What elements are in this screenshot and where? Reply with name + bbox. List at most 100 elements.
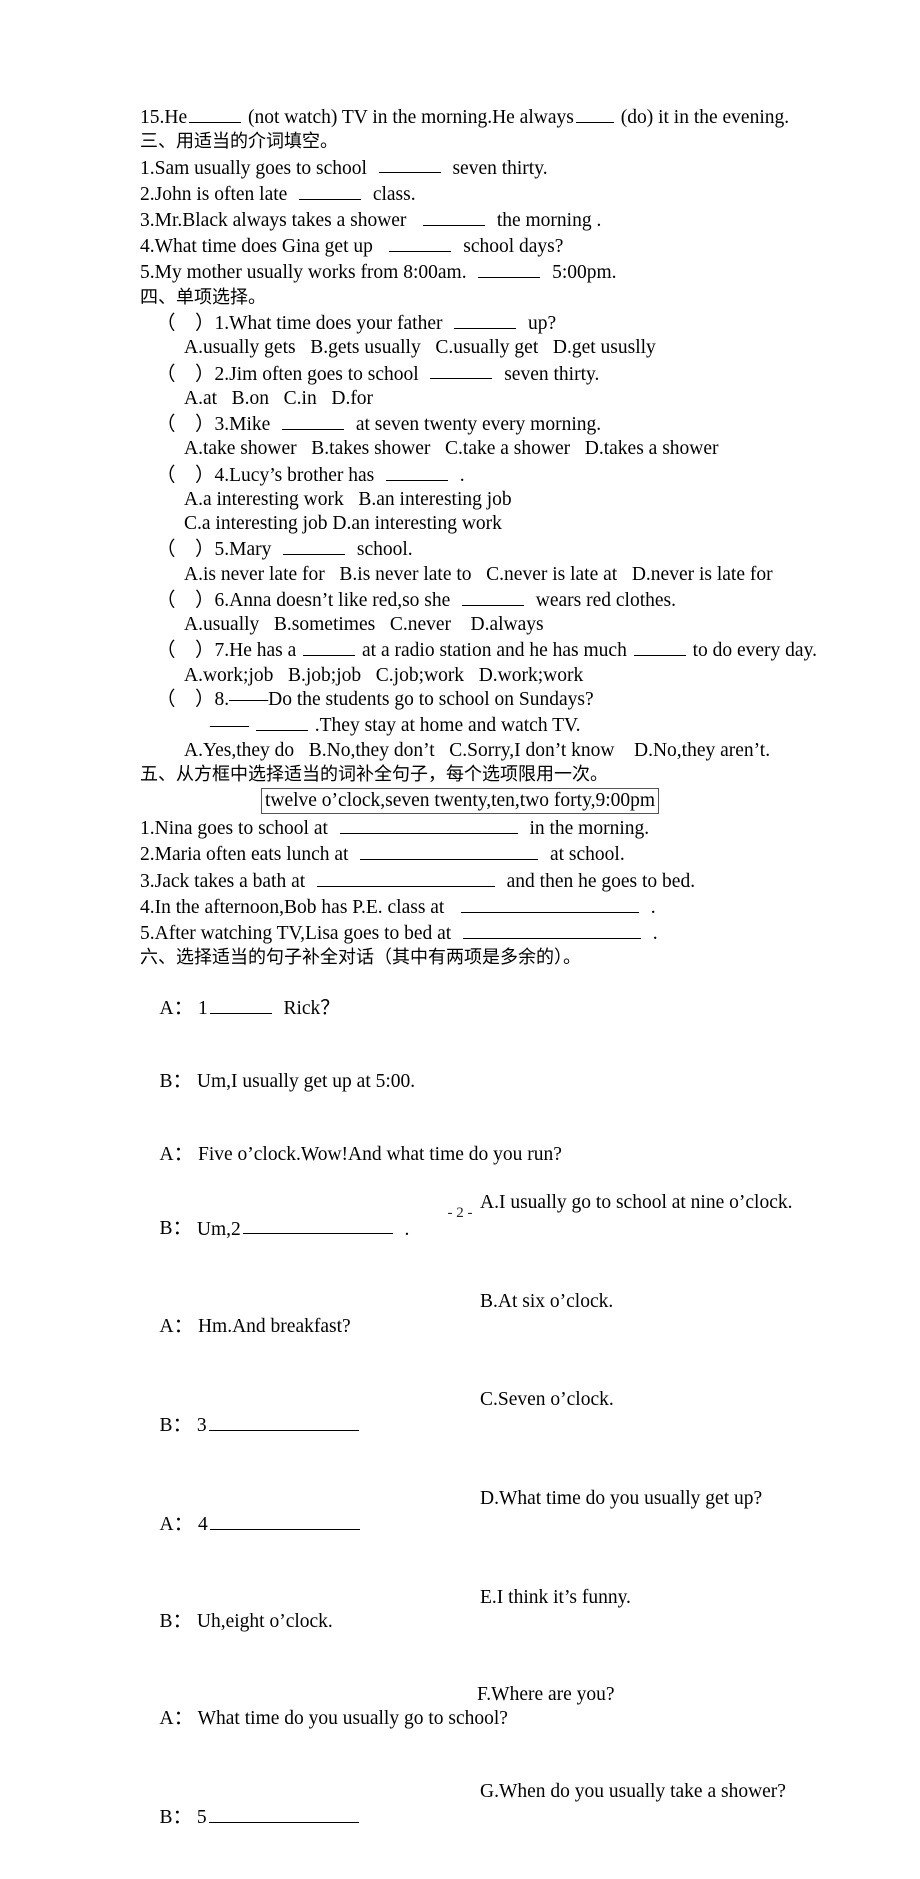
answer-blank[interactable] [462,920,641,940]
option-c[interactable]: C.take a shower [445,438,570,459]
dialogue-text-before: 3 [196,1414,207,1436]
option-d[interactable]: D.never is late for [632,564,773,585]
item-text-after: class. [372,183,416,205]
section-five-item-5: 5.After watching TV,Lisa goes to bed at … [140,920,780,946]
answer-bracket[interactable]: （ ） [156,363,215,384]
dash-prefix: —— [210,715,249,737]
answer-blank[interactable] [460,894,639,913]
question-stem-before: ——Do the students go to school on Sunday… [229,689,594,711]
option-c[interactable]: C.never is late at [486,564,617,585]
dialogue-line-7: A： 4 D.What time do you usually get up? [140,1487,780,1586]
answer-bracket[interactable]: （ ） [156,590,215,611]
answer-blank[interactable] [575,104,614,123]
option-d[interactable]: D.work;work [479,665,584,686]
answer-blank[interactable] [316,868,495,887]
option-a[interactable]: A.take shower [184,438,297,459]
option-b[interactable]: B.gets usually [310,337,421,358]
option-b[interactable]: B.job;job [288,665,361,686]
question-8-stem-line2: —— .They stay at home and watch TV. [140,712,780,738]
answer-blank[interactable] [633,637,686,657]
item-text-after: at school. [549,844,625,866]
section-five-heading: 五、从方框中选择适当的词补全句子，每个选项限用一次。 [140,763,608,785]
answer-blank[interactable] [303,637,356,657]
carryover-item-15: 15.He (not watch) TV in the morning.He a… [140,104,789,130]
question-number: 7. [214,640,230,662]
option-d[interactable]: D.for [331,388,373,409]
answer-blank[interactable] [299,181,362,200]
answer-blank[interactable] [378,155,441,174]
question-stem-after: at seven twenty every morning. [355,414,602,435]
option-b[interactable]: B.sometimes [274,614,375,635]
answer-blank[interactable] [478,259,541,279]
question-4-options-line2[interactable]: C.a interesting job D.an interesting wor… [140,512,780,536]
dialogue-text-before: Five o’clock.Wow!And what time do you ru… [197,1143,562,1165]
dialogue-option-c[interactable]: C.Seven o’clock. [480,1388,614,1412]
answer-bracket[interactable]: （ ） [156,313,215,334]
answer-bracket[interactable]: （ ） [156,689,215,710]
question-stem-before: Mary [229,539,272,561]
option-b[interactable]: B.on [232,388,269,409]
word-bank-row: twelve o’clock,seven twenty,ten,two fort… [140,788,780,815]
answer-blank[interactable] [339,815,518,835]
answer-blank[interactable] [423,207,486,226]
option-a[interactable]: A.usually [184,614,259,635]
question-4-options-line1: A.a interesting work B.an interesting jo… [140,488,780,512]
option-a[interactable]: A.a interesting work [184,489,344,510]
answer-bracket[interactable]: （ ） [156,465,215,486]
option-b[interactable]: B.an interesting job [358,489,511,510]
dialogue-line-3: A： Five o’clock.Wow!And what time do you… [140,1118,780,1191]
dialogue-option-d[interactable]: D.What time do you usually get up? [480,1487,762,1511]
option-d[interactable]: D.get ususlly [553,337,656,358]
answer-blank[interactable] [360,841,539,861]
answer-blank[interactable] [255,712,308,732]
answer-bracket[interactable]: （ ） [156,539,215,560]
question-2-options: A.at B.on C.in D.for [140,387,780,411]
option-d[interactable]: D.always [471,614,544,635]
dialogue-line-8: B： Uh,eight o’clock. E.I think it’s funn… [140,1586,780,1683]
answer-blank[interactable] [282,411,345,430]
worksheet-page: 15.He (not watch) TV in the morning.He a… [0,0,920,1828]
option-a[interactable]: A.is never late for [184,564,325,585]
item-text-after: the morning . [496,209,602,231]
option-a[interactable]: A.at [184,388,217,409]
option-a[interactable]: A.work;job [184,665,273,686]
option-c[interactable]: C.in [284,388,317,409]
option-d[interactable]: D.takes a shower [585,438,719,459]
section-three-item-2: 2.John is often late class. [140,181,780,207]
answer-blank[interactable] [189,104,242,123]
option-c[interactable]: C.usually get [435,337,538,358]
item-text-before: 1.Sam usually goes to school [140,157,367,179]
dialogue-option-f[interactable]: F.Where are you? [477,1683,615,1707]
dialogue-text-before: What time do you usually go to school? [197,1708,508,1730]
answer-bracket[interactable]: （ ） [156,640,215,661]
dialogue-option-b[interactable]: B.At six o’clock. [480,1290,613,1314]
option-c[interactable]: C.never [390,614,451,635]
option-a[interactable]: A.Yes,they do [184,740,294,761]
option-b[interactable]: B.No,they don’t [309,740,435,761]
answer-blank[interactable] [462,587,525,606]
answer-blank[interactable] [283,536,346,556]
answer-blank[interactable] [208,1804,359,1824]
dialogue-line-9: A： What time do you usually go to school… [140,1683,780,1780]
item-text-before: 4.In the afternoon,Bob has P.E. class at [140,896,445,918]
answer-bracket[interactable]: （ ） [156,414,215,435]
option-b[interactable]: B.is never late to [339,564,471,585]
dialogue-text-after: Rick？ [283,997,340,1019]
answer-blank[interactable] [454,310,517,329]
question-number: 6. [214,589,230,611]
dialogue-option-e[interactable]: E.I think it’s funny. [480,1586,631,1610]
option-a[interactable]: A.usually gets [184,337,296,358]
dialogue-text-before: Uh,eight o’clock. [196,1611,333,1633]
option-c[interactable]: C.Sorry,I don’t know [449,740,614,761]
answer-blank[interactable] [430,361,493,380]
answer-blank[interactable] [389,233,452,253]
section-four-heading: 四、单项选择。 [140,286,266,308]
option-d[interactable]: D.No,they aren’t. [634,740,770,761]
option-c[interactable]: C.job;work [376,665,464,686]
answer-blank[interactable] [386,462,449,481]
option-b[interactable]: B.takes shower [311,438,430,459]
answer-blank[interactable] [208,1412,359,1431]
answer-blank[interactable] [209,1511,360,1530]
dialogue-option-g[interactable]: G.When do you usually take a shower? [480,1780,786,1804]
answer-blank[interactable] [209,995,272,1014]
